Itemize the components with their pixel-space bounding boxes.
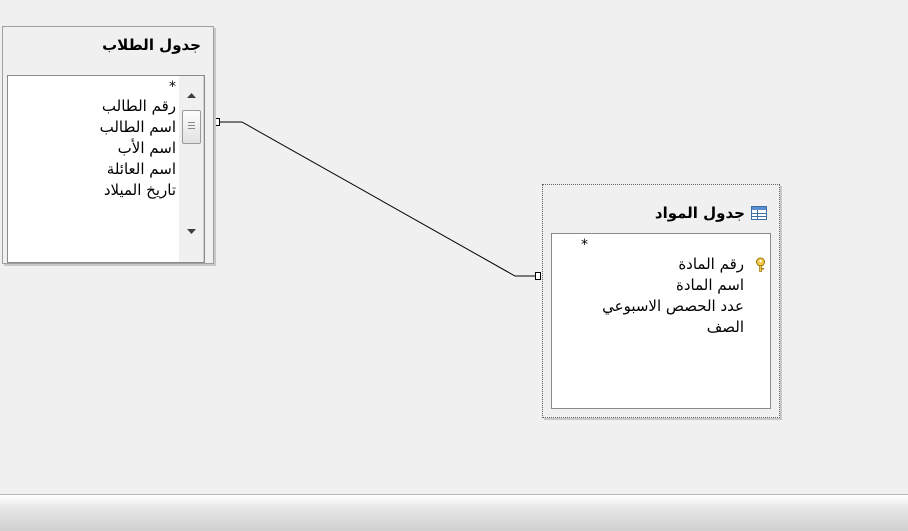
- field-all-columns[interactable]: *: [552, 238, 768, 254]
- field-family-name[interactable]: اسم العائلة: [8, 159, 176, 180]
- students-table-title[interactable]: جدول الطلاب: [3, 27, 213, 63]
- field-subject-number-label: رقم المادة: [678, 255, 744, 273]
- field-birth-date[interactable]: تاريخ الميلاد: [8, 180, 176, 201]
- field-father-name[interactable]: اسم الأب: [8, 138, 176, 159]
- relationships-canvas: جدول الطلاب * رقم الطالب اسم الطالب اسم …: [0, 0, 908, 494]
- subjects-fields: * رقم المادة اسم المادة عدد الحصص الاسبو…: [552, 238, 768, 338]
- table-icon: [751, 206, 767, 220]
- scroll-up-arrow-icon[interactable]: [179, 86, 203, 104]
- subjects-table[interactable]: جدول المواد * رقم المادة اسم المادة عدد …: [542, 184, 780, 418]
- field-all-columns[interactable]: *: [8, 80, 176, 96]
- subjects-table-header[interactable]: جدول المواد: [543, 195, 779, 231]
- field-student-name[interactable]: اسم الطالب: [8, 117, 176, 138]
- field-grade[interactable]: الصف: [552, 317, 768, 338]
- subjects-table-title: جدول المواد: [654, 204, 745, 222]
- field-weekly-periods[interactable]: عدد الحصص الاسبوعي: [552, 296, 768, 317]
- students-scroll-thumb[interactable]: [182, 110, 201, 144]
- students-table[interactable]: جدول الطلاب * رقم الطالب اسم الطالب اسم …: [2, 26, 214, 264]
- field-subject-name[interactable]: اسم المادة: [552, 275, 768, 296]
- subjects-field-list: * رقم المادة اسم المادة عدد الحصص الاسبو…: [551, 233, 771, 409]
- students-fields: * رقم الطالب اسم الطالب اسم الأب اسم الع…: [8, 80, 176, 201]
- status-bar: [0, 494, 908, 531]
- students-vertical-scrollbar[interactable]: [179, 76, 204, 262]
- field-student-number[interactable]: رقم الطالب: [8, 96, 176, 117]
- students-field-list: * رقم الطالب اسم الطالب اسم الأب اسم الع…: [7, 75, 205, 263]
- scroll-down-arrow-icon[interactable]: [179, 222, 203, 240]
- field-subject-number[interactable]: رقم المادة: [552, 254, 768, 275]
